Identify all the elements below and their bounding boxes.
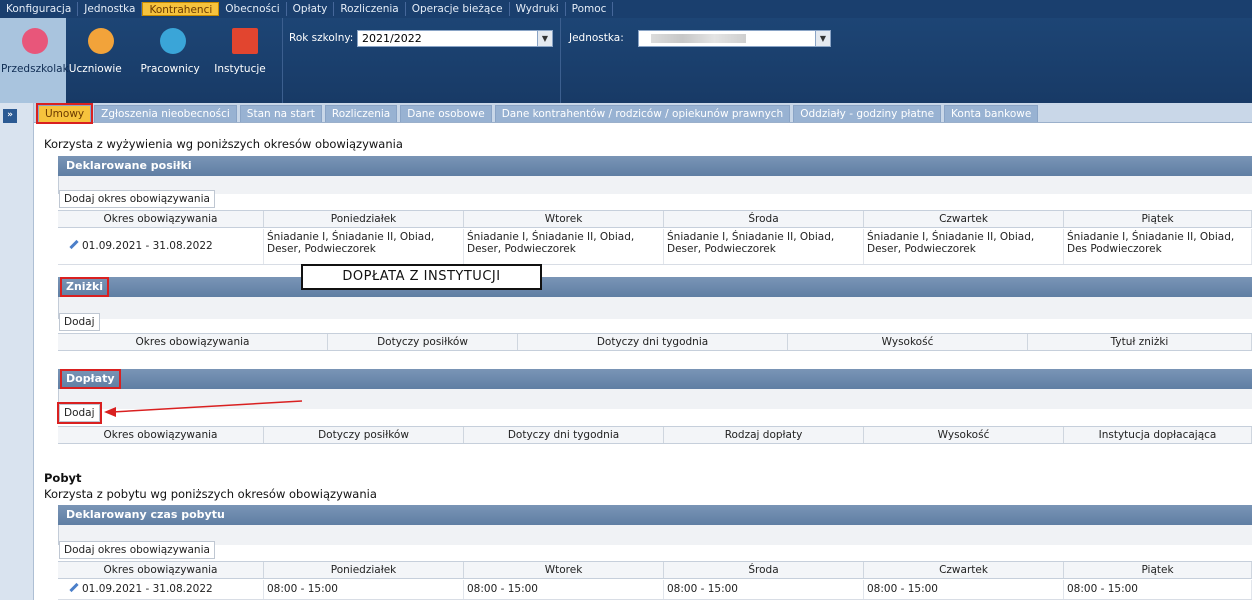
annotation-arrow (104, 400, 303, 417)
